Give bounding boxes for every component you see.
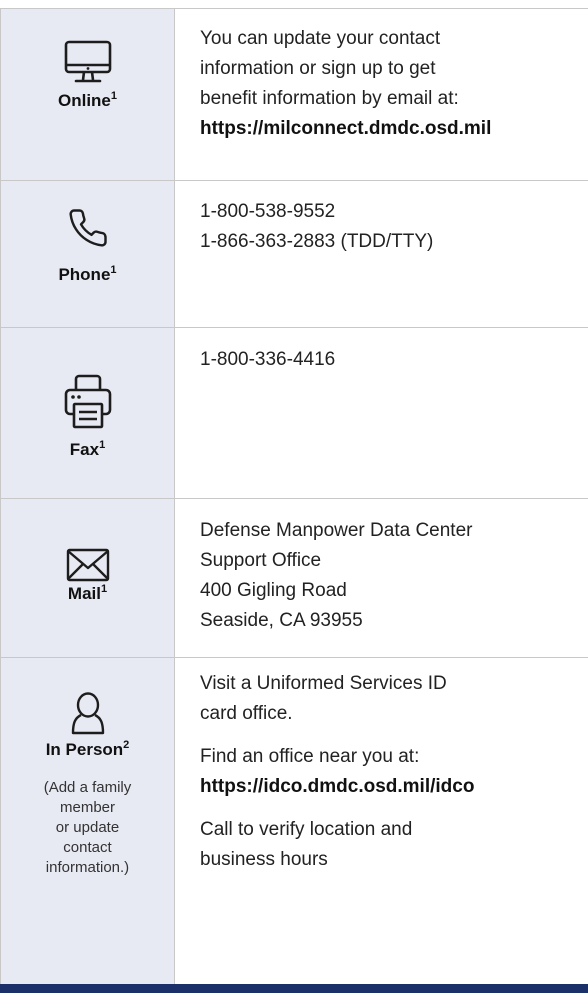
in-person-text-line: Call to verify location and — [200, 819, 413, 840]
bottom-accent-bar — [0, 984, 588, 993]
phone-cell: Phone1 — [0, 181, 175, 327]
in-person-text-line: card office. — [200, 703, 293, 724]
contact-row-phone: Phone1 1-800-538-9552 1-866-363-2883 (TD… — [0, 181, 588, 328]
in-person-text-line: Find an office near you at: — [200, 746, 420, 767]
note-line: member — [59, 799, 115, 816]
phone-details: 1-800-538-9552 1-866-363-2883 (TDD/TTY) — [175, 181, 588, 327]
note-line: (Add a family — [43, 779, 132, 796]
monitor-icon — [64, 40, 111, 83]
contact-row-fax: Fax1 1-800-336-4416 — [0, 328, 588, 499]
person-icon — [71, 692, 104, 735]
in-person-text-line: business hours — [200, 849, 328, 870]
online-text-line: information or sign up to get — [200, 58, 436, 79]
contact-row-online: Online1 You can update your contact info… — [0, 9, 588, 181]
in-person-cell: In Person2 (Add a family member or updat… — [0, 658, 175, 984]
mail-label: Mail1 — [67, 583, 108, 604]
contact-row-in-person: In Person2 (Add a family member or updat… — [0, 658, 588, 984]
address-line: Defense Manpower Data Center — [200, 520, 473, 541]
online-text-line: benefit information by email at: — [200, 88, 459, 109]
note-line: contact — [63, 839, 112, 856]
fax-label: Fax1 — [69, 439, 106, 460]
envelope-icon — [66, 548, 109, 582]
in-person-label: In Person2 — [45, 739, 130, 760]
phone-number-line: 1-866-363-2883 (TDD/TTY) — [200, 231, 434, 252]
address-line: Seaside, CA 93955 — [200, 610, 363, 631]
idco-link[interactable]: https://idco.dmdc.osd.mil/idco — [200, 772, 578, 802]
in-person-text-line: Visit a Uniformed Services ID — [200, 673, 447, 694]
fax-icon — [64, 374, 111, 429]
fax-number-line: 1-800-336-4416 — [200, 349, 336, 370]
fax-cell: Fax1 — [0, 328, 175, 498]
online-text-line: You can update your contact — [200, 28, 441, 49]
online-cell: Online1 — [0, 9, 175, 180]
phone-label: Phone1 — [58, 264, 117, 285]
note-line: or update — [55, 819, 120, 836]
online-details: You can update your contact information … — [175, 9, 588, 180]
in-person-note: (Add a family member or update contact i… — [44, 778, 132, 878]
milconnect-link[interactable]: https://milconnect.dmdc.osd.mil — [200, 114, 578, 144]
in-person-details: Visit a Uniformed Services ID card offic… — [175, 658, 588, 984]
mail-cell: Mail1 — [0, 499, 175, 657]
address-line: Support Office — [200, 550, 322, 571]
contact-row-mail: Mail1 Defense Manpower Data Center Suppo… — [0, 499, 588, 658]
contact-methods-table: Online1 You can update your contact info… — [0, 8, 588, 984]
phone-number-line: 1-800-538-9552 — [200, 201, 336, 222]
online-label: Online1 — [57, 90, 118, 111]
phone-icon — [68, 209, 107, 247]
fax-details: 1-800-336-4416 — [175, 328, 588, 498]
address-line: 400 Gigling Road — [200, 580, 347, 601]
mail-address: Defense Manpower Data Center Support Off… — [175, 499, 588, 657]
note-line: information.) — [45, 859, 130, 876]
